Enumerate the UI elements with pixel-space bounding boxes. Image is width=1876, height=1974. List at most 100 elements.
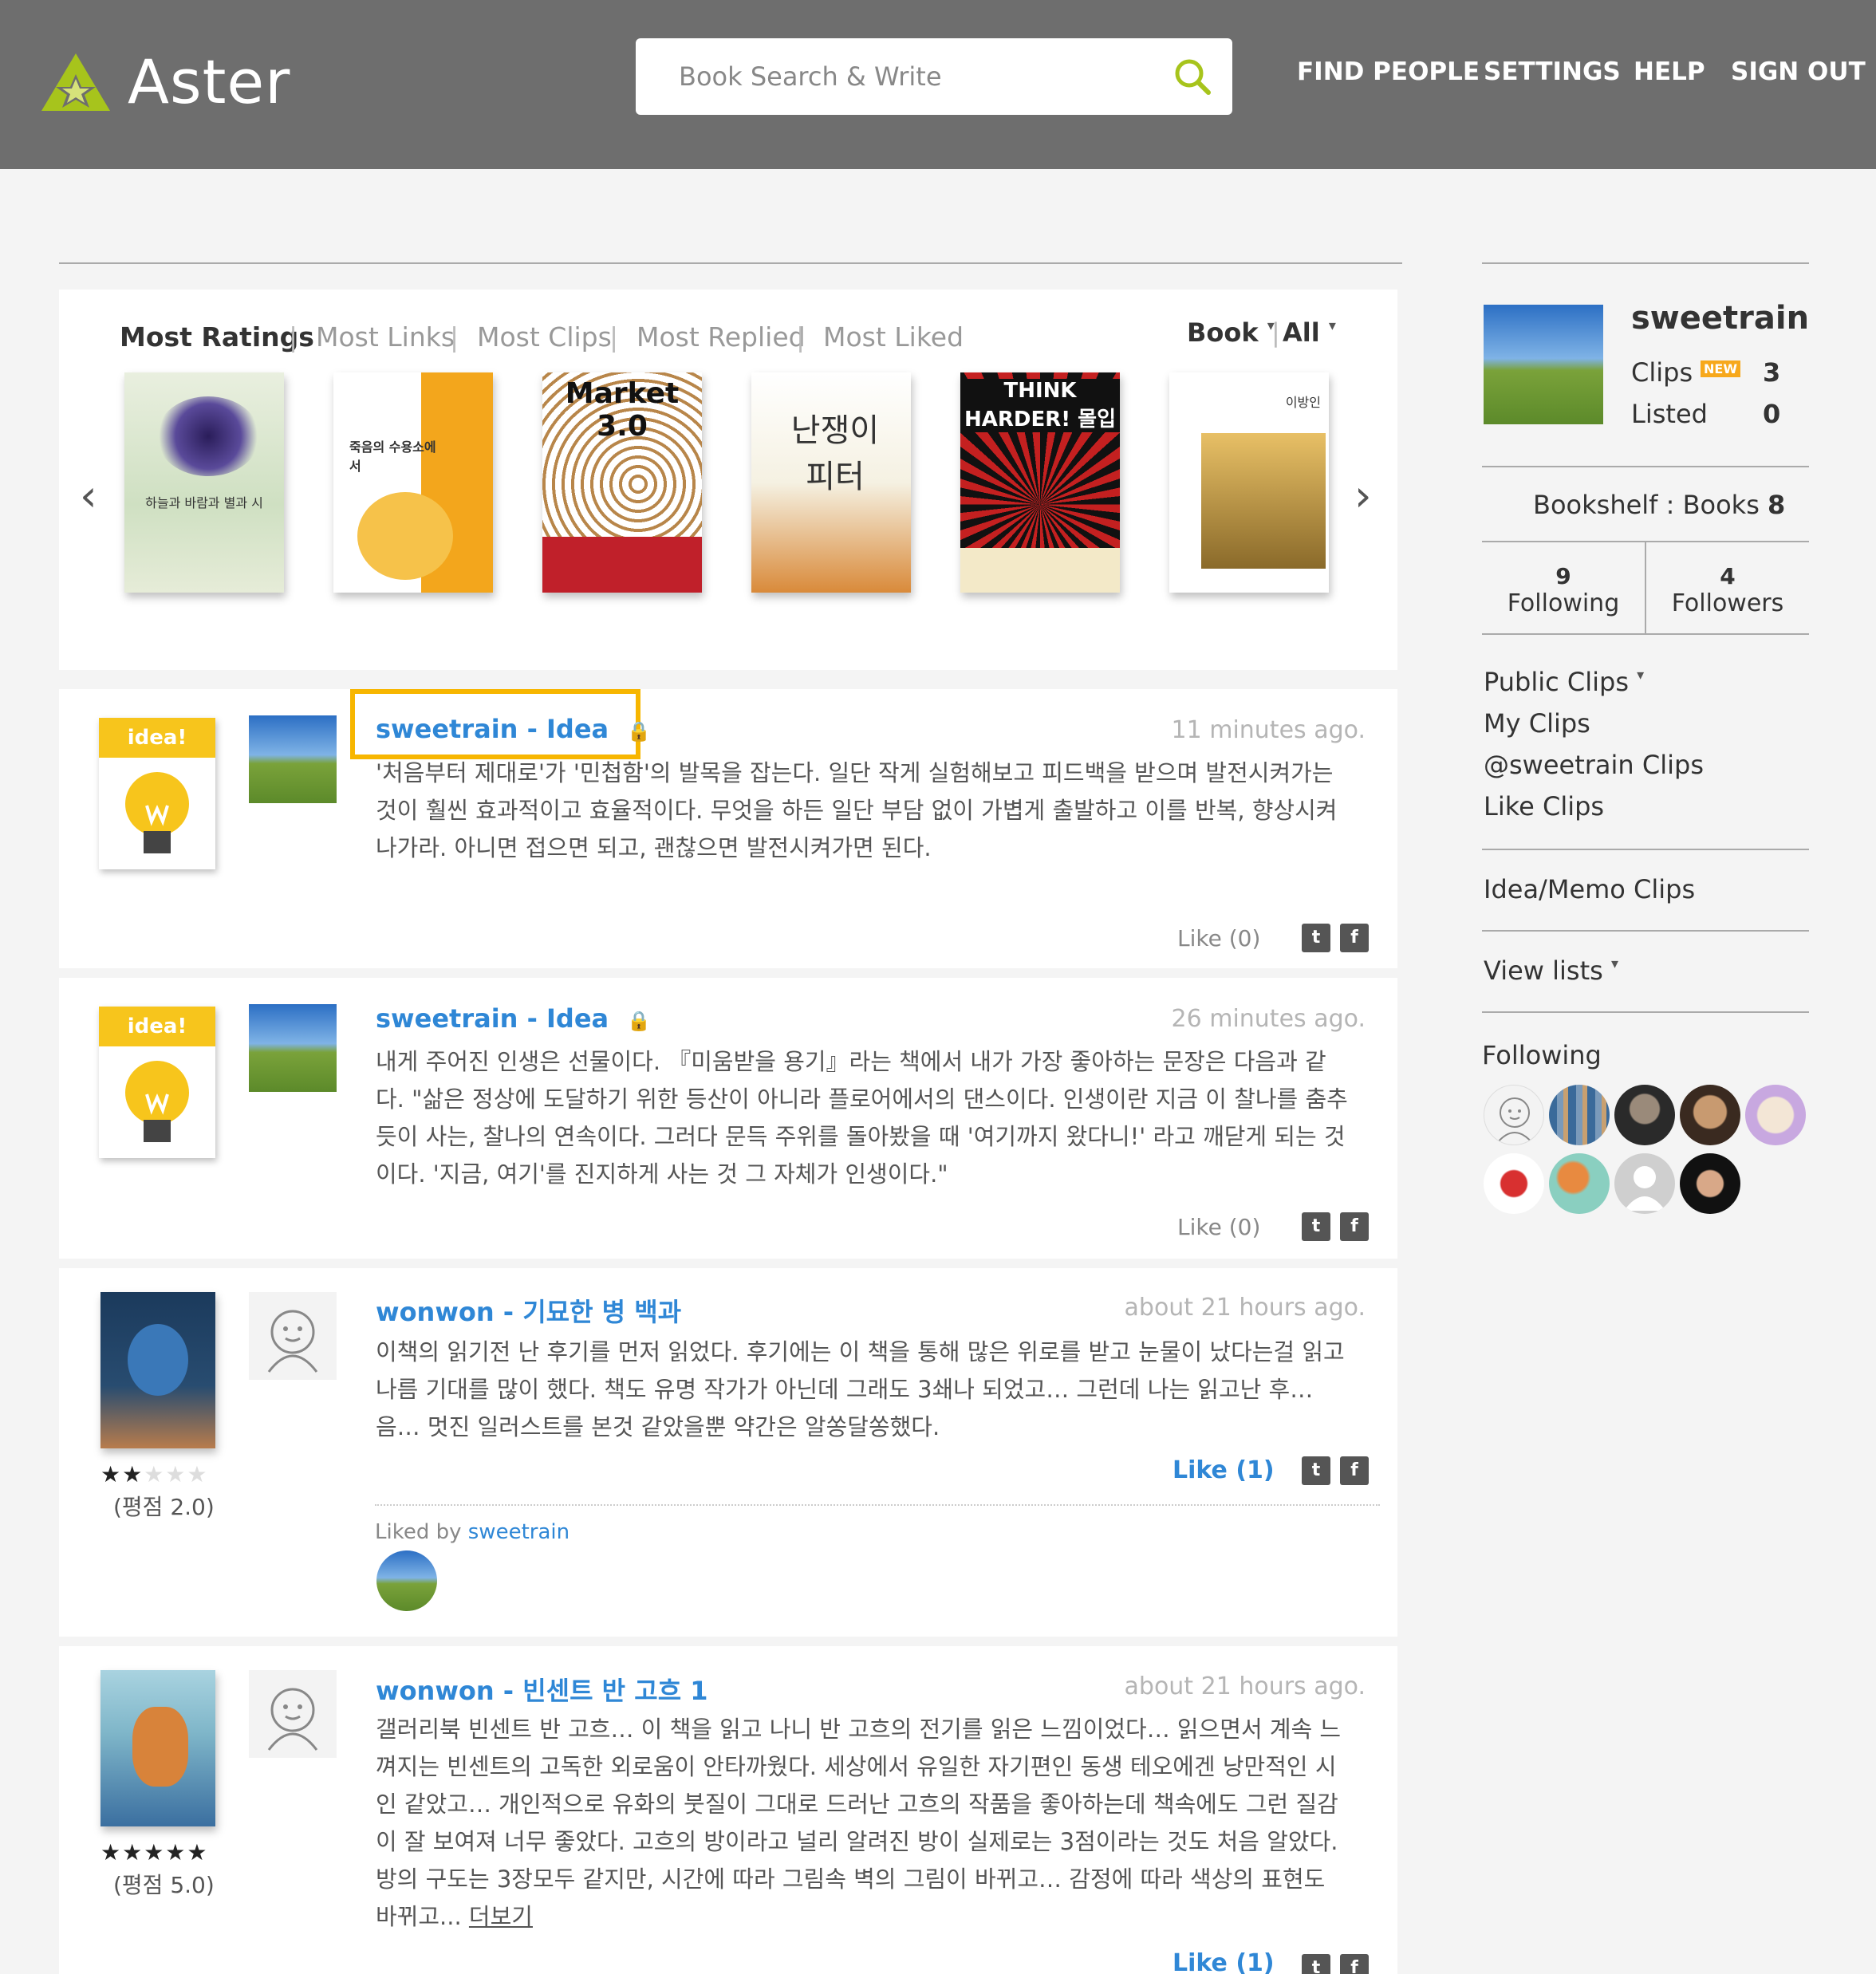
filter-scope[interactable]: All ▾: [1283, 317, 1336, 348]
twitter-icon[interactable]: t: [1302, 1212, 1330, 1241]
following-avatar[interactable]: [1680, 1085, 1740, 1145]
clip-title: sweetrain - Idea: [376, 714, 609, 744]
default-avatar-icon[interactable]: [249, 1292, 337, 1380]
tab-most-replied[interactable]: Most Replied: [636, 321, 806, 353]
aster-logo-icon: [41, 53, 110, 111]
divider: [1482, 849, 1809, 850]
book-cover[interactable]: 이방인: [1169, 372, 1329, 593]
following-avatar[interactable]: [1484, 1085, 1544, 1145]
profile-listed-count: 0: [1763, 399, 1781, 429]
search-input[interactable]: [636, 38, 1162, 115]
book-cover[interactable]: 난쟁이 피터: [751, 372, 911, 593]
like-clips-link[interactable]: Like Clips: [1484, 791, 1604, 822]
carousel-next-icon[interactable]: ›: [1354, 471, 1372, 521]
clip-timestamp: about 21 hours ago.: [1124, 1294, 1366, 1322]
clip-body: 내게 주어진 인생은 선물이다. 『미움받을 용기』라는 책에서 내가 가장 좋…: [376, 1043, 1373, 1193]
filter-type-label: Book: [1187, 317, 1259, 348]
liked-by-label: Liked by: [375, 1520, 462, 1544]
profile-clips-link[interactable]: Clips: [1631, 357, 1693, 388]
book-cover-art: [1201, 433, 1326, 569]
twitter-icon[interactable]: t: [1302, 1954, 1330, 1974]
nav-settings[interactable]: SETTINGS: [1484, 57, 1621, 86]
tab-separator: |: [289, 321, 298, 353]
my-clips-link[interactable]: My Clips: [1484, 708, 1590, 739]
following-avatar[interactable]: [1680, 1153, 1740, 1214]
idea-badge: idea!: [99, 1007, 215, 1158]
tab-most-links[interactable]: Most Links: [316, 321, 455, 353]
mention-clips-link[interactable]: @sweetrain Clips: [1484, 750, 1704, 780]
following-avatar[interactable]: [1745, 1085, 1806, 1145]
book-cover[interactable]: [100, 1292, 215, 1448]
idea-badge-label: idea!: [99, 1007, 215, 1046]
clip-title-link[interactable]: sweetrain - Idea 🔒: [376, 1003, 651, 1034]
following-stat[interactable]: 9 Following: [1484, 563, 1643, 617]
clip-title-link[interactable]: wonwon - 빈센트 반 고흐 1: [376, 1671, 708, 1708]
liker-avatar[interactable]: [376, 1550, 437, 1611]
profile-avatar[interactable]: [1484, 305, 1603, 424]
search-icon[interactable]: [1170, 54, 1215, 99]
book-cover[interactable]: 죽음의 수용소에서: [333, 372, 493, 593]
book-cover-art: [156, 396, 260, 476]
stars-filled: ★★: [100, 1461, 144, 1487]
user-avatar[interactable]: [249, 715, 337, 803]
tab-most-ratings[interactable]: Most Ratings: [120, 321, 314, 353]
clip-title-link[interactable]: wonwon - 기묘한 병 백과: [376, 1292, 681, 1329]
nav-help[interactable]: HELP: [1634, 57, 1705, 86]
default-avatar-icon[interactable]: [249, 1670, 337, 1758]
clip-body-line: 이 잘 보여져 너무 좋았다. 고흐의 방이라고 널리 알려진 방이 실제로는 …: [376, 1828, 1338, 1855]
clip-body: '처음부터 제대로'가 '민첩함'의 발목을 잡는다. 일단 작게 실험해보고 …: [376, 755, 1373, 867]
like-button[interactable]: Like (0): [1177, 1214, 1260, 1240]
carousel-prev-icon[interactable]: ‹: [80, 471, 97, 521]
profile-listed-link[interactable]: Listed: [1631, 399, 1708, 429]
clip-title-link[interactable]: sweetrain - Idea 🔒: [376, 714, 651, 744]
clip-body-line: 이책의 읽기전 난 후기를 먼저 읽었다. 후기에는 이 책을 통해 많은 위로…: [376, 1338, 1345, 1365]
followers-label: Followers: [1671, 589, 1784, 617]
clip-body: 갤러리북 빈센트 반 고흐… 이 책을 읽고 나니 반 고흐의 전기를 읽은 느…: [376, 1711, 1373, 1936]
bookshelf-link[interactable]: Bookshelf : Books: [1533, 490, 1760, 520]
like-button[interactable]: Like (0): [1177, 925, 1260, 952]
facebook-icon[interactable]: f: [1340, 1212, 1369, 1241]
following-avatar[interactable]: [1549, 1085, 1610, 1145]
idea-memo-clips-link[interactable]: Idea/Memo Clips: [1484, 874, 1695, 904]
public-clips-link[interactable]: Public Clips ▾: [1484, 667, 1644, 697]
facebook-icon[interactable]: f: [1340, 924, 1369, 952]
following-avatar[interactable]: [1614, 1085, 1675, 1145]
following-avatar[interactable]: [1614, 1153, 1675, 1214]
clip-body-line: '처음부터 제대로'가 '민첩함'의 발목을 잡는다. 일단 작게 실험해보고 …: [376, 759, 1334, 786]
book-title: 죽음의 수용소에서: [349, 439, 436, 474]
tab-most-liked[interactable]: Most Liked: [823, 321, 964, 353]
read-more-link[interactable]: 더보기: [469, 1903, 533, 1930]
book-cover[interactable]: THINK HARDER! 몰입: [960, 372, 1120, 593]
book-cover[interactable]: Market 3.0: [542, 372, 702, 593]
clip-body-line: 껴지는 빈센트의 고독한 외로움이 안타까웠다. 세상에서 유일한 자기편인 동…: [376, 1753, 1337, 1780]
following-avatar[interactable]: [1549, 1153, 1610, 1214]
logo[interactable]: Aster: [40, 46, 290, 117]
facebook-icon[interactable]: f: [1340, 1954, 1369, 1974]
nav-sign-out[interactable]: SIGN OUT: [1731, 57, 1866, 86]
followers-stat[interactable]: 4 Followers: [1648, 563, 1807, 617]
liked-by-text: Liked by sweetrain: [375, 1520, 570, 1544]
caret-down-icon: ▾: [1328, 317, 1336, 334]
clip-body-line: 인 같았고… 개인적으로 유화의 붓질이 그대로 드러난 고흐의 작품을 좋아하…: [376, 1791, 1338, 1818]
book-cover[interactable]: [100, 1670, 215, 1826]
app-name: Aster: [128, 46, 291, 117]
liked-by-user-link[interactable]: sweetrain: [468, 1520, 570, 1544]
tab-separator: |: [796, 321, 806, 353]
twitter-icon[interactable]: t: [1302, 924, 1330, 952]
view-lists-link[interactable]: View lists ▾: [1484, 955, 1618, 986]
book-cover[interactable]: 하늘과 바람과 별과 시: [124, 372, 284, 593]
book-title: 하늘과 바람과 별과 시: [145, 495, 263, 510]
book-cover-art: [132, 1707, 188, 1787]
caret-down-icon: ▾: [1637, 667, 1645, 684]
like-button[interactable]: Like (1): [1172, 1456, 1275, 1484]
filter-type[interactable]: Book ▾: [1187, 317, 1275, 348]
twitter-icon[interactable]: t: [1302, 1456, 1330, 1485]
facebook-icon[interactable]: f: [1340, 1456, 1369, 1485]
view-lists-label: View lists: [1484, 955, 1603, 986]
book-cover-art: [128, 1324, 188, 1396]
tab-most-clips[interactable]: Most Clips: [477, 321, 612, 353]
user-avatar[interactable]: [249, 1004, 337, 1092]
following-avatar[interactable]: [1484, 1153, 1544, 1214]
like-button[interactable]: Like (1): [1172, 1949, 1275, 1974]
nav-find-people[interactable]: FIND PEOPLE: [1297, 57, 1480, 86]
